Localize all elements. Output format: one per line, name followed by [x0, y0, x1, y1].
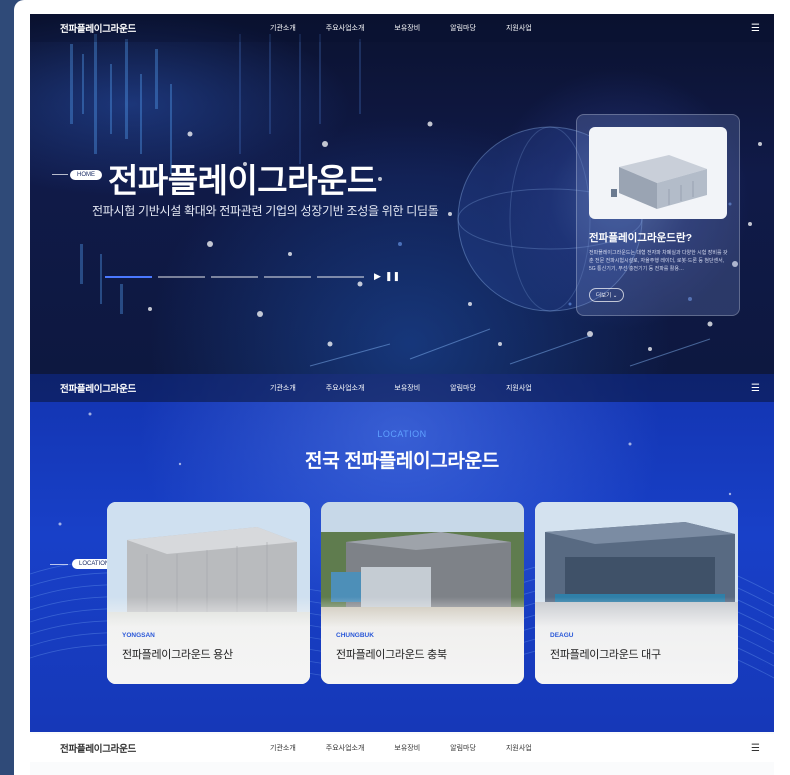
site-code: DEAGU — [550, 632, 574, 639]
hero-section: HOME 전파플레이그라운드 전파시험 기반시설 확대와 전파관련 기업의 성장… — [30, 14, 774, 374]
main-nav: 기관소개 주요사업소개 보유장비 알림마당 지원사업 — [270, 383, 562, 393]
hamburger-icon[interactable]: ☰ — [751, 383, 760, 394]
site-code: YONGSAN — [122, 632, 155, 639]
nav-item-about[interactable]: 기관소개 — [270, 383, 296, 393]
home-badge: HOME — [70, 170, 102, 180]
site-logo[interactable]: 전파플레이그라운드 — [60, 741, 136, 755]
location-badge-line — [50, 564, 68, 565]
intro-card-description: 전파플레이그라운드는 대형 전자파 차폐실과 다양한 시험 장비를 갖춘 전문 … — [589, 250, 728, 272]
nav-item-support[interactable]: 지원사업 — [506, 743, 532, 753]
site-code: CHUNGBUK — [336, 632, 374, 639]
site-name: 전파플레이그라운드 대구 — [550, 649, 661, 661]
main-nav: 기관소개 주요사업소개 보유장비 알림마당 지원사업 — [270, 23, 562, 33]
hamburger-icon[interactable]: ☰ — [751, 743, 760, 754]
location-section: LOCATION LOCATION 전국 전파플레이그라운드 YONGSAN 전… — [30, 374, 774, 732]
site-logo[interactable]: 전파플레이그라운드 — [60, 21, 136, 35]
intro-card: 전파플레이그라운드란? 전파플레이그라운드는 대형 전자파 차폐실과 다양한 시… — [576, 114, 740, 316]
slide-dot-1[interactable] — [105, 275, 152, 278]
facility-3d-image — [589, 127, 727, 219]
page-canvas: HOME 전파플레이그라운드 전파시험 기반시설 확대와 전파관련 기업의 성장… — [30, 14, 774, 775]
intro-card-title: 전파플레이그라운드란? — [589, 232, 693, 244]
nav-item-business[interactable]: 주요사업소개 — [326, 383, 365, 393]
badge-connector-line — [52, 174, 68, 175]
nav-item-equipment[interactable]: 보유장비 — [394, 383, 420, 393]
nav-item-business[interactable]: 주요사업소개 — [326, 23, 365, 33]
slide-dot-2[interactable] — [158, 275, 205, 278]
hero-subtitle: 전파시험 기반시설 확대와 전파관련 기업의 성장기반 조성을 위한 디딤돌 — [92, 204, 439, 218]
nav-item-business[interactable]: 주요사업소개 — [326, 743, 365, 753]
site-card-daegu[interactable]: DEAGU 전파플레이그라운드 대구 — [535, 502, 738, 684]
nav-item-support[interactable]: 지원사업 — [506, 383, 532, 393]
nav-item-equipment[interactable]: 보유장비 — [394, 23, 420, 33]
nav-item-support[interactable]: 지원사업 — [506, 23, 532, 33]
slide-dot-4[interactable] — [264, 275, 311, 278]
hamburger-icon[interactable]: ☰ — [751, 23, 760, 34]
more-button[interactable]: 더보기 ⌄ — [589, 288, 625, 302]
nav-item-about[interactable]: 기관소개 — [270, 743, 296, 753]
slide-dot-3[interactable] — [211, 275, 258, 278]
site-name: 전파플레이그라운드 충북 — [336, 649, 447, 661]
hero-title: 전파플레이그라운드 — [108, 162, 377, 199]
pause-icon[interactable]: ❚❚ — [385, 271, 400, 282]
nav-item-equipment[interactable]: 보유장비 — [394, 743, 420, 753]
site-header: 전파플레이그라운드 기관소개 주요사업소개 보유장비 알림마당 지원사업 ☰ — [30, 14, 774, 42]
site-card-chungbuk[interactable]: CHUNGBUK 전파플레이그라운드 충북 — [321, 502, 524, 684]
play-icon[interactable]: ▶ — [374, 271, 381, 282]
site-logo[interactable]: 전파플레이그라운드 — [60, 381, 136, 395]
nav-item-notice[interactable]: 알림마당 — [450, 23, 476, 33]
main-nav: 기관소개 주요사업소개 보유장비 알림마당 지원사업 — [270, 743, 562, 753]
location-title: 전국 전파플레이그라운드 — [305, 451, 499, 472]
slide-dot-5[interactable] — [317, 275, 364, 278]
site-header-sticky: 전파플레이그라운드 기관소개 주요사업소개 보유장비 알림마당 지원사업 ☰ — [30, 374, 774, 402]
nav-item-notice[interactable]: 알림마당 — [450, 743, 476, 753]
site-name: 전파플레이그라운드 용산 — [122, 649, 233, 661]
browser-frame: HOME 전파플레이그라운드 전파시험 기반시설 확대와 전파관련 기업의 성장… — [14, 0, 790, 775]
slide-indicator: ▶ ❚❚ — [105, 271, 400, 282]
site-card-yongsan[interactable]: YONGSAN 전파플레이그라운드 용산 — [107, 502, 310, 684]
site-header-light: 전파플레이그라운드 기관소개 주요사업소개 보유장비 알림마당 지원사업 ☰ — [30, 734, 774, 762]
nav-item-notice[interactable]: 알림마당 — [450, 383, 476, 393]
location-label: LOCATION — [377, 429, 427, 439]
nav-item-about[interactable]: 기관소개 — [270, 23, 296, 33]
